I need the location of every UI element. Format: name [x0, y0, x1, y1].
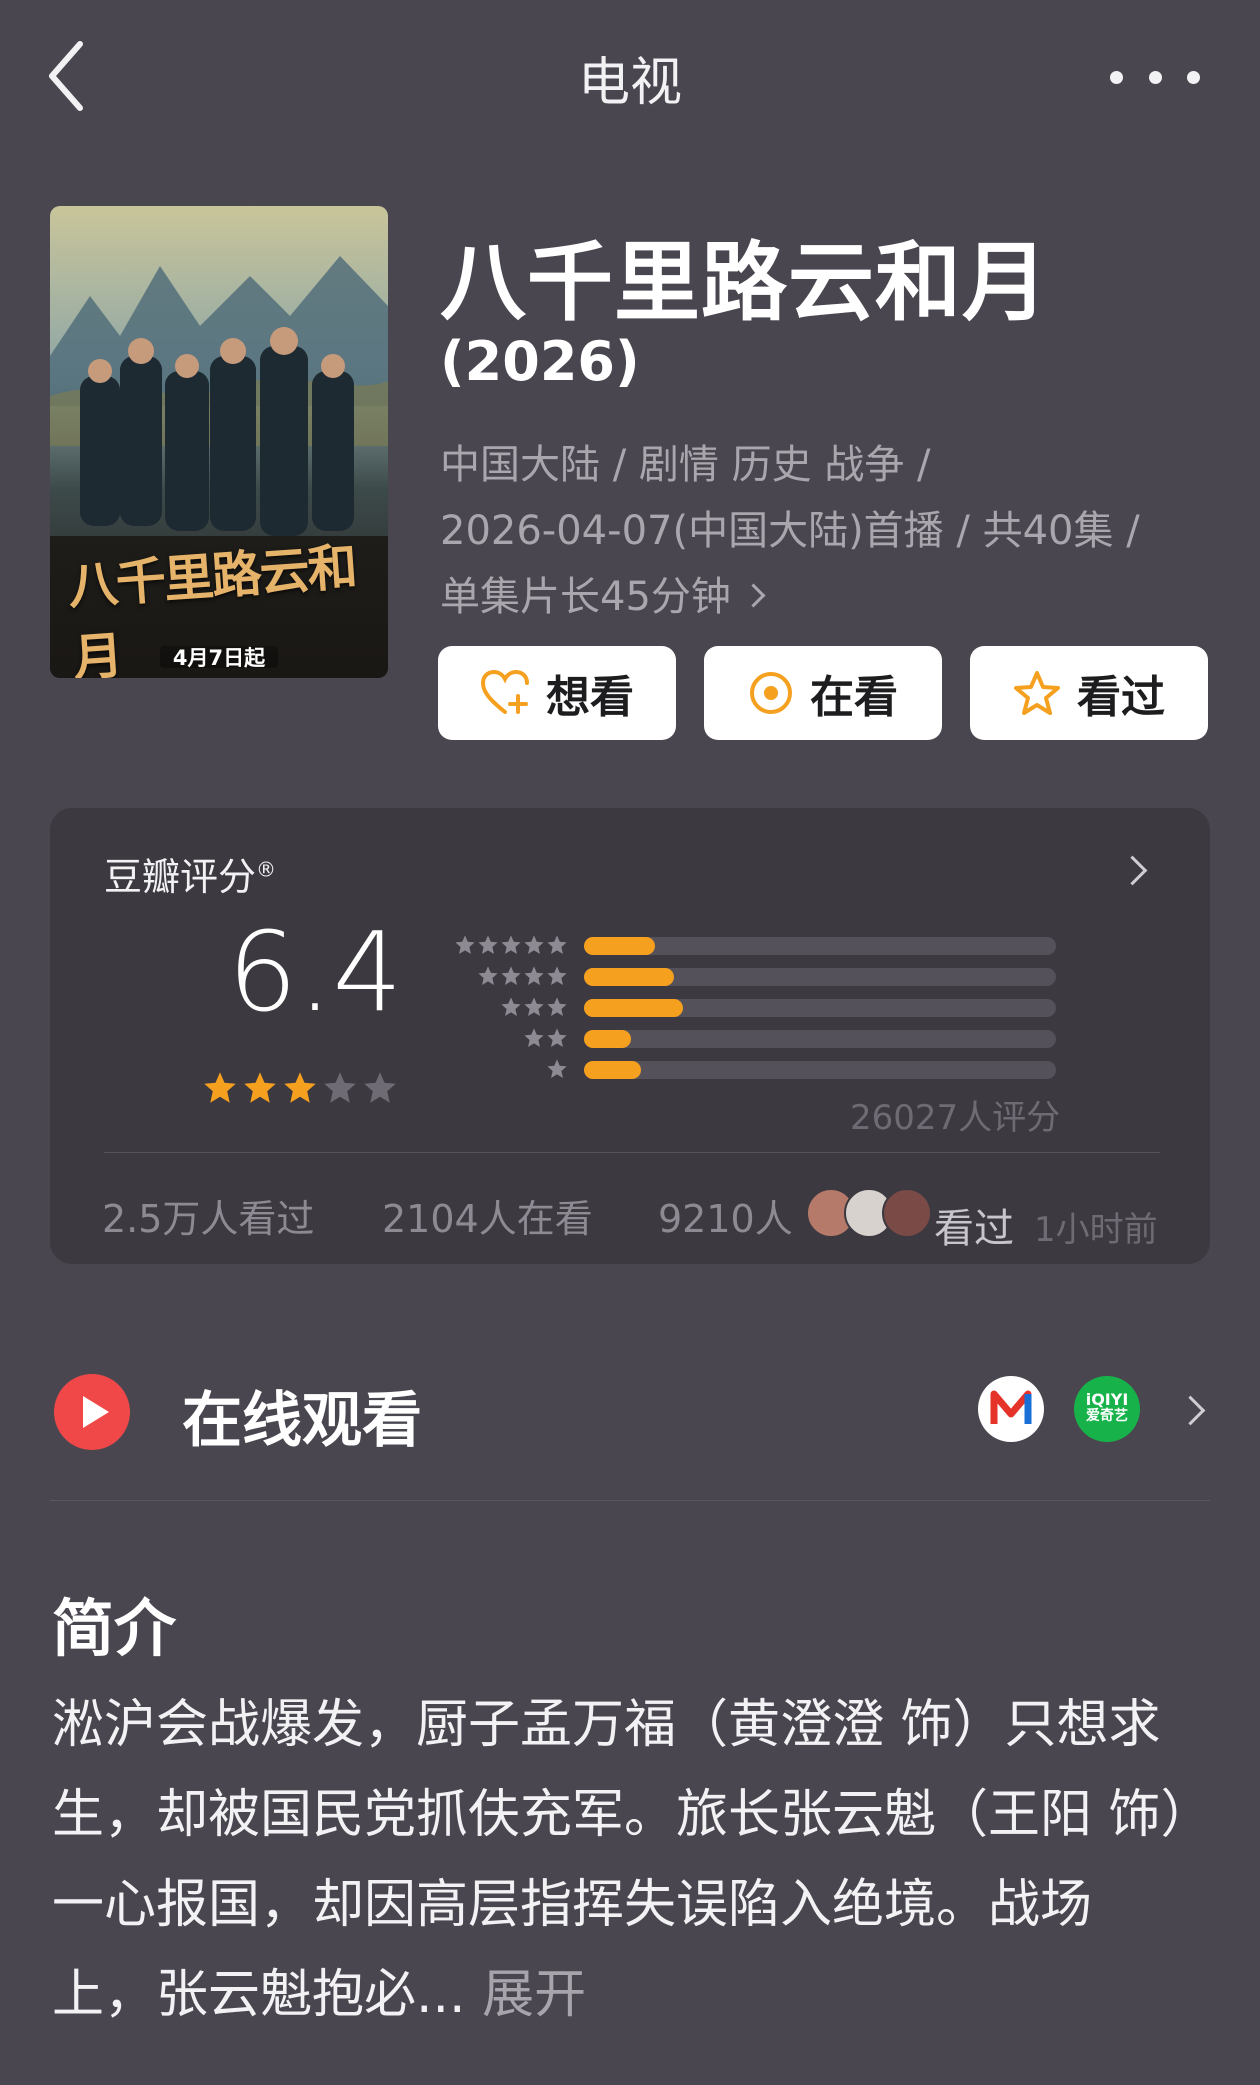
- online-watch-label: 在线观看: [182, 1386, 422, 1456]
- rating-bar-track: [584, 1030, 1056, 1048]
- rating-bar-track: [584, 937, 1056, 955]
- rating-distribution-row: [440, 994, 1056, 1020]
- rating-distribution-row: [440, 1056, 1056, 1082]
- star-filled-icon: [204, 1072, 236, 1103]
- watched-button[interactable]: 看过: [970, 646, 1208, 740]
- synopsis-body: 淞沪会战爆发，厨子孟万福（黄澄澄 饰）只想求生，却被国民党抓伕充军。旅长张云魁（…: [52, 1680, 1192, 2040]
- row-stars-icon: [440, 1027, 568, 1049]
- chevron-right-icon: [741, 583, 766, 608]
- more-dots-icon: [1110, 70, 1123, 84]
- rating-bar-fill: [584, 999, 684, 1017]
- watching-label: 在看: [810, 672, 898, 723]
- row-stars-icon: [440, 965, 568, 987]
- show-title: 八千里路云和月: [440, 233, 1049, 333]
- meta-line: 单集片长45分钟: [440, 574, 731, 620]
- rating-bar-track: [584, 1061, 1056, 1079]
- watched-count[interactable]: 2.5万人看过: [102, 1188, 314, 1243]
- divider: [104, 1152, 1160, 1153]
- target-circle-icon: [750, 672, 792, 714]
- avatar: [882, 1188, 932, 1238]
- registered-mark: ®: [256, 857, 277, 882]
- more-button[interactable]: [1110, 52, 1200, 102]
- meta-line: 2026-04-07(中国大陆)首播 / 共40集 /: [440, 508, 1140, 554]
- rating-count: 26027人评分: [850, 1098, 1061, 1138]
- watching-button[interactable]: 在看: [704, 646, 942, 740]
- expand-link[interactable]: 展开: [482, 1965, 586, 2025]
- rating-score: 6.4: [227, 908, 403, 1036]
- mgtv-logo-icon[interactable]: [978, 1376, 1044, 1442]
- synopsis-title: 简介: [52, 1592, 177, 1665]
- star-filled-icon: [284, 1072, 316, 1103]
- star-outline-icon: [1014, 671, 1060, 715]
- rating-distribution-row: [440, 932, 1056, 958]
- heart-plus-icon: [480, 670, 529, 714]
- rating-label: 豆瓣评分®: [104, 855, 277, 899]
- wish-count[interactable]: 9210人: [658, 1188, 793, 1243]
- show-year: (2026): [440, 330, 640, 393]
- recent-action: 看过: [934, 1206, 1014, 1252]
- page-title: 电视: [577, 53, 682, 113]
- score-stars: [202, 1070, 398, 1106]
- row-stars-icon: [440, 1058, 568, 1080]
- meta-details-link[interactable]: 单集片长45分钟: [440, 564, 1230, 622]
- rating-distribution-row: [440, 1025, 1056, 1051]
- chevron-right-icon[interactable]: [1175, 1395, 1206, 1426]
- rating-bar-fill: [584, 968, 674, 986]
- friend-avatars[interactable]: [806, 1188, 932, 1238]
- rating-bar-track: [584, 968, 1056, 986]
- star-empty-icon: [324, 1072, 356, 1103]
- watching-count[interactable]: 2104人在看: [382, 1188, 593, 1243]
- star-empty-icon: [364, 1072, 396, 1103]
- want-to-watch-label: 想看: [546, 672, 634, 723]
- meta-line: 中国大陆 / 剧情 历史 战争 /: [440, 442, 931, 488]
- watched-label: 看过: [1077, 672, 1165, 723]
- row-stars-icon: [440, 934, 568, 956]
- play-icon: [54, 1374, 130, 1450]
- rating-bar-track: [584, 999, 1056, 1017]
- star-filled-icon: [244, 1072, 276, 1103]
- iqiyi-logo-icon[interactable]: iQIYI 爱奇艺: [1074, 1376, 1140, 1442]
- rating-bar-fill: [584, 1030, 632, 1048]
- rating-bar-fill: [584, 1061, 641, 1079]
- poster[interactable]: 八千里路云和月 4月7日起: [50, 206, 388, 678]
- synopsis-text: 淞沪会战爆发，厨子孟万福（黄澄澄 饰）只想求生，却被国民党抓伕充军。旅长张云魁（…: [52, 1695, 1187, 2025]
- want-to-watch-button[interactable]: 想看: [438, 646, 676, 740]
- recent-time: 1小时前: [1034, 1210, 1158, 1250]
- row-stars-icon: [440, 996, 568, 1018]
- rating-distribution-row: [440, 963, 1056, 989]
- divider: [50, 1500, 1210, 1501]
- poster-date: 4月7日起: [172, 646, 266, 670]
- rating-bar-fill: [584, 937, 655, 955]
